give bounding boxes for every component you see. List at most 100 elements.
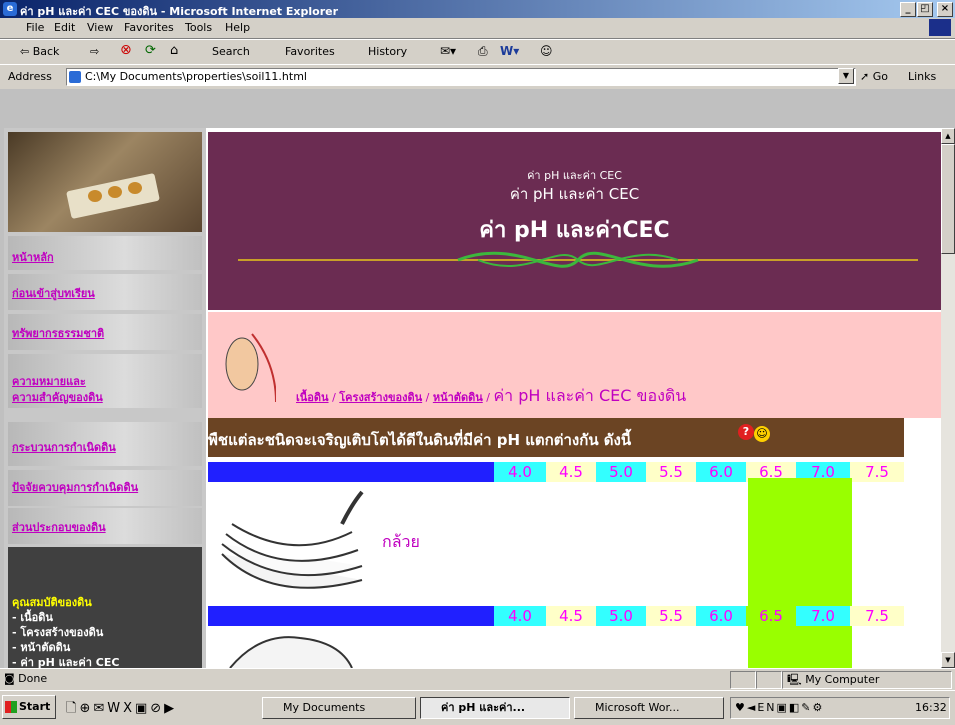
history-button[interactable]: History [368,45,407,58]
nav-natural-resources[interactable]: ทรัพยากรธรรมชาติ [8,314,202,350]
breadcrumb-band: เนื้อดิน / โครงสร้างของดิน / หน้าตัดดิน … [208,312,941,418]
print-icon[interactable]: ⎙ [478,44,488,59]
ph-value: 5.5 [646,462,696,482]
pointing-hand-icon [225,333,276,403]
computer-icon: 🖳 [787,673,802,686]
quick-launch[interactable]: 🗋⊕✉WX▣⊘▶ [66,699,177,721]
ph-value: 5.0 [596,462,646,482]
menu-file[interactable]: File [26,21,44,34]
forward-button[interactable]: ⇨ [90,45,99,58]
stop-icon[interactable]: ⊗ [120,42,132,58]
nav-home-label: หน้าหลัก [12,251,54,264]
maximize-button[interactable]: ◰ [917,2,933,17]
scroll-thumb[interactable] [941,144,955,254]
back-button[interactable]: ⇦ Back [20,45,59,58]
menu-favorites[interactable]: Favorites [124,21,174,34]
nav-soil-components-label: ส่วนประกอบของดิน [12,521,106,534]
ph-blue-bar [208,462,494,482]
banner-mid-title: ค่า pH และค่า CEC [509,185,640,203]
messenger-icon[interactable]: ☺ [540,44,553,58]
decorative-divider [238,251,918,268]
minimize-button[interactable]: _ [900,2,916,17]
props-ph-link[interactable]: - ค่า pH และค่า CEC [12,653,119,668]
scroll-up-icon[interactable]: ▲ [941,128,955,144]
close-button[interactable]: × [937,2,953,17]
home-icon[interactable]: ⌂ [170,43,178,58]
task-my-documents[interactable]: My Documents [262,697,416,719]
nav-importance-label: ความสำคัญของดิน [12,391,103,404]
vertical-scrollbar[interactable]: ▲ ▼ [941,128,955,668]
page-banner: ค่า pH และค่า CEC ค่า pH และค่า CEC ค่า … [208,132,941,310]
nav-soil-formation-label: กระบวนการกำเนิดดิน [12,441,116,454]
status-pane [756,671,782,689]
breadcrumb: เนื้อดิน / โครงสร้างของดิน / หน้าตัดดิน … [296,386,687,405]
taskbar: Start 🗋⊕✉WX▣⊘▶ My Documents ค่า pH และค่… [0,690,955,725]
nav-before-lesson-label: ก่อนเข้าสู่บทเรียน [12,287,95,300]
status-pane [730,671,756,689]
ph-scale-row: 4.0 4.5 5.0 5.5 6.0 6.5 7.0 7.5 [208,606,904,626]
menu-tools[interactable]: Tools [185,21,212,34]
intro-text: พืชแต่ละชนิดจะเจริญเติบโตได้ดีในดินที่มี… [208,431,632,449]
status-zone-text: My Computer [805,673,880,686]
menu-help[interactable]: Help [225,21,250,34]
window-titlebar[interactable]: e ค่า pH และค่า CEC ของดิน - Microsoft I… [0,0,955,18]
ie-icon: e [3,2,17,16]
soil-properties-menu: คุณสมบัติของดิน - เนื้อดิน - โครงสร้างขอ… [8,547,202,668]
ph-value: 5.0 [596,606,646,626]
status-bar: ◙ Done 🖳 My Computer [0,668,955,691]
nav-natural-resources-label: ทรัพยากรธรรมชาติ [12,327,105,340]
windows-flag-icon [5,701,17,713]
soil-sample-photo [8,132,202,232]
nav-home[interactable]: หน้าหลัก [8,236,202,270]
links-button[interactable]: Links [908,70,936,83]
refresh-icon[interactable]: ⟳ [145,43,156,58]
ph-value: 6.0 [696,606,746,626]
ph-value: 6.5 [746,606,796,626]
intro-bar: พืชแต่ละชนิดจะเจริญเติบโตได้ดีในดินที่มี… [208,418,904,457]
ph-value: 7.0 [796,606,850,626]
breadcrumb-texture[interactable]: เนื้อดิน [296,391,329,404]
nav-soil-components[interactable]: ส่วนประกอบของดิน [8,508,202,544]
thinking-face-icon: ☺ [754,426,770,442]
optimal-ph-range [748,626,852,668]
mail-icon[interactable]: ✉▾ [440,44,456,58]
page-icon [69,71,81,83]
banana-illustration [221,490,364,589]
breadcrumb-current: ค่า pH และค่า CEC ของดิน [493,386,687,405]
address-input[interactable]: C:\My Documents\properties\soil11.html [66,68,856,86]
tray-icons[interactable]: ♥◄EN▣◧✎⚙ [735,701,824,714]
start-label: Start [19,700,51,713]
start-button[interactable]: Start [2,695,56,719]
word-icon[interactable]: W▾ [500,44,519,58]
frame-border [0,89,955,128]
task-word[interactable]: Microsoft Wor... [574,697,724,719]
menu-bar: File Edit View Favorites Tools Help [0,18,955,39]
nav-meaning-importance[interactable]: ความหมายและ ความสำคัญของดิน [8,354,202,408]
ph-value: 4.5 [546,462,596,482]
scroll-down-icon[interactable]: ▼ [941,652,955,668]
menu-edit[interactable]: Edit [54,21,75,34]
favorites-button[interactable]: Favorites [285,45,335,58]
menu-view[interactable]: View [87,21,113,34]
page-content: หน้าหลัก ก่อนเข้าสู่บทเรียน ทรัพยากรธรรม… [4,128,941,668]
windows-logo-icon [929,19,951,36]
breadcrumb-profile[interactable]: หน้าตัดดิน [433,391,483,404]
search-button[interactable]: Search [212,45,250,58]
ph-value: 5.5 [646,606,696,626]
address-dropdown-icon[interactable]: ▼ [838,68,854,84]
address-bar: Address C:\My Documents\properties\soil1… [0,64,955,90]
nav-soil-formation[interactable]: กระบวนการกำเนิดดิน [8,422,202,466]
system-tray: ♥◄EN▣◧✎⚙ 16:32 [730,697,950,719]
ph-blue-bar [208,606,494,626]
go-button[interactable]: ➚ Go [860,70,888,83]
ph-value: 4.0 [494,462,546,482]
nav-formation-factors-label: ปัจจัยควบคุมการกำเนิดดิน [12,481,139,494]
breadcrumb-structure[interactable]: โครงสร้างของดิน [339,391,422,404]
task-ie-window[interactable]: ค่า pH และค่า... [420,697,570,719]
nav-meaning-label: ความหมายและ [12,375,86,388]
nav-before-lesson[interactable]: ก่อนเข้าสู่บทเรียน [8,274,202,310]
help-icon: ? [738,424,754,440]
go-label: Go [872,70,888,83]
nav-formation-factors[interactable]: ปัจจัยควบคุมการกำเนิดดิน [8,470,202,506]
ph-value: 7.5 [850,462,904,482]
